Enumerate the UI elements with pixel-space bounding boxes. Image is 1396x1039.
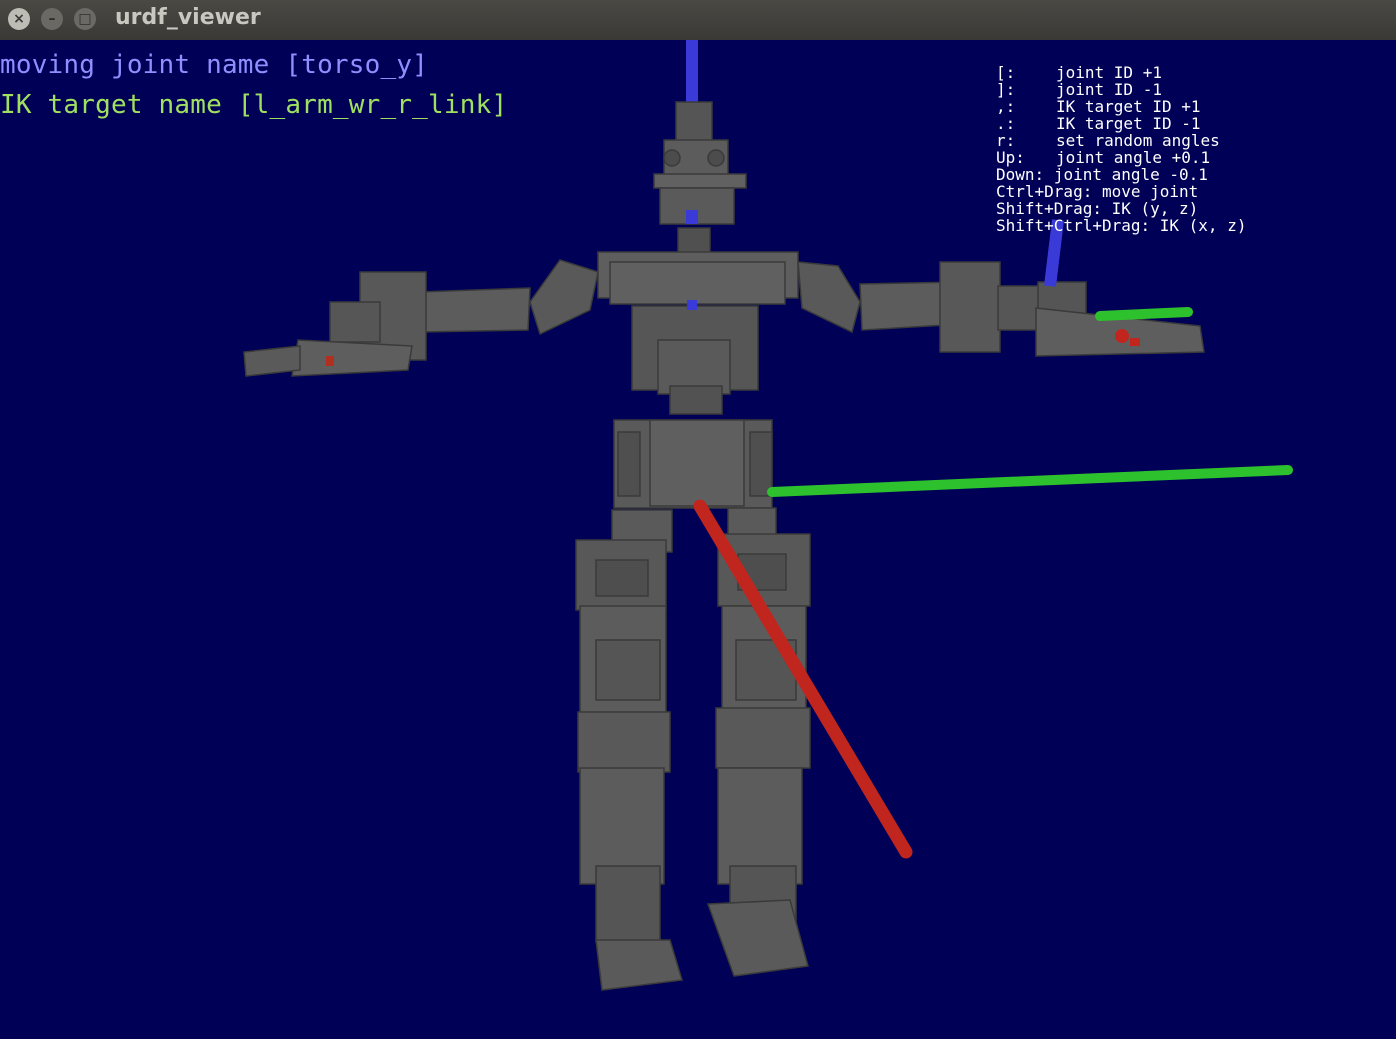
help-key: .: — [996, 114, 1016, 133]
help-key: ]: — [996, 80, 1016, 99]
robot-left-leg[interactable] — [706, 507, 811, 977]
z-axis-segment — [686, 210, 698, 224]
title-bar[interactable]: × – □ urdf_viewer — [0, 0, 1396, 41]
ik-target-label: IK target name [l_arm_wr_r_link] — [0, 90, 508, 120]
help-key: Shift+Ctrl+Drag: — [996, 216, 1151, 235]
y-axis — [767, 465, 1293, 497]
help-key: [: — [996, 63, 1016, 82]
help-row: Shift+Drag: IK (y, z) — [996, 200, 1246, 217]
help-row: Ctrl+Drag: move joint — [996, 183, 1246, 200]
robot-right-arm[interactable] — [243, 259, 599, 377]
robot-right-leg[interactable] — [575, 509, 683, 991]
close-window-button[interactable]: × — [8, 8, 30, 30]
help-row: ,: IK target ID +1 — [996, 98, 1246, 115]
help-action: IK (x, z) — [1159, 216, 1247, 235]
help-row: Shift+Ctrl+Drag: IK (x, z) — [996, 217, 1246, 234]
robot-left-arm[interactable] — [797, 261, 1205, 357]
window-title: urdf_viewer — [115, 5, 261, 30]
help-row: r: set random angles — [996, 132, 1246, 149]
help-row: ]: joint ID -1 — [996, 81, 1246, 98]
help-key: Down: — [996, 165, 1045, 184]
help-key: Shift+Drag: — [996, 199, 1102, 218]
maximize-window-button[interactable]: □ — [74, 8, 96, 30]
help-key: r: — [996, 131, 1016, 150]
robot-neck[interactable] — [677, 227, 711, 255]
help-row: .: IK target ID -1 — [996, 115, 1246, 132]
help-row: [: joint ID +1 — [996, 64, 1246, 81]
y-axis-hand — [1095, 307, 1193, 321]
help-key: ,: — [996, 97, 1016, 116]
help-key: Ctrl+Drag: — [996, 182, 1093, 201]
3d-viewport[interactable]: moving joint name [torso_y] IK target na… — [0, 40, 1396, 1039]
keyboard-help: [: joint ID +1 ]: joint ID -1 ,: IK target … — [996, 64, 1246, 234]
app-window: × – □ urdf_viewer moving joint name [tor… — [0, 0, 1396, 1039]
help-key: Up: — [996, 148, 1025, 167]
moving-joint-label: moving joint name [torso_y] — [0, 50, 429, 80]
robot-head[interactable] — [653, 101, 747, 225]
help-row: Down: joint angle -0.1 — [996, 166, 1246, 183]
minimize-window-button[interactable]: – — [41, 8, 63, 30]
robot-torso[interactable] — [597, 251, 799, 509]
z-axis-chest — [687, 300, 697, 310]
help-row: Up: joint angle +0.1 — [996, 149, 1246, 166]
